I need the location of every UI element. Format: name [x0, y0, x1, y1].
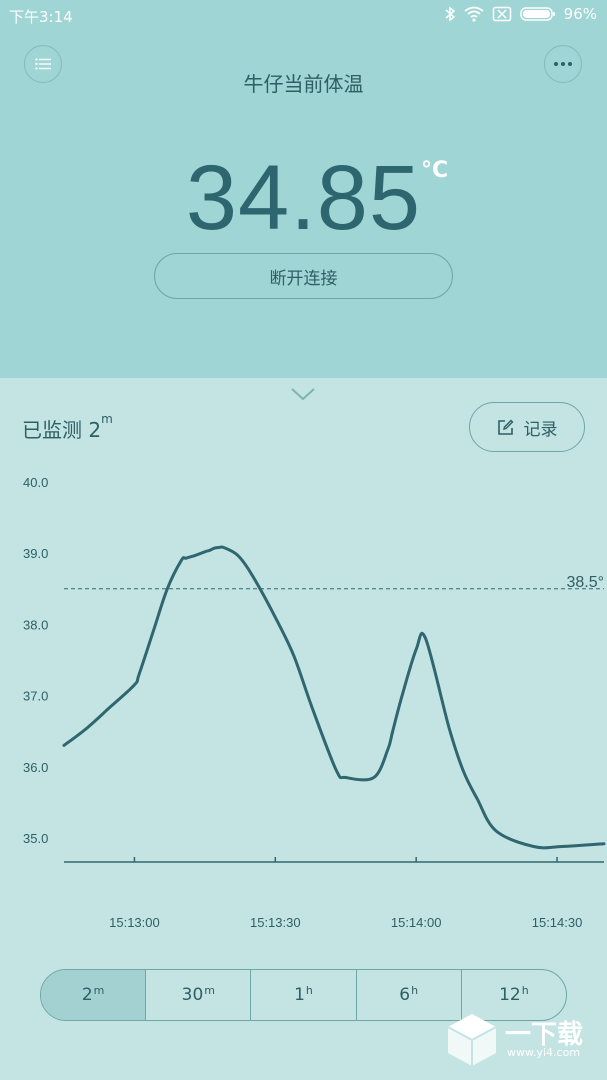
record-label: 记录 [523, 419, 558, 440]
watermark-url: www.yi4.com [507, 1046, 581, 1059]
battery-percent: 96% [563, 5, 597, 23]
threshold-label: 38.5° [566, 574, 604, 591]
chevron-down-icon[interactable] [290, 386, 316, 402]
x-tick-label: 15:14:00 [391, 915, 442, 930]
range-unit: m [204, 983, 215, 997]
range-unit: h [411, 983, 419, 997]
temperature-unit: °C [421, 158, 449, 183]
x-tick-label: 15:13:30 [250, 915, 301, 930]
y-tick-label: 36.0 [23, 760, 48, 775]
range-value: 30 [181, 985, 204, 1005]
sim-disabled-icon [492, 6, 511, 22]
x-tick-label: 15:14:30 [532, 915, 583, 930]
temperature-value: 34.85 [185, 147, 422, 249]
monitored-label: 已监测 2 [22, 418, 102, 442]
y-tick-label: 40.0 [23, 475, 48, 490]
range-value: 6 [399, 985, 411, 1005]
range-option-30m[interactable]: 30 m [146, 970, 252, 1020]
status-bar: 下午3:14 96% [0, 0, 607, 32]
status-icons: 96% [444, 5, 597, 23]
page-title: 牛仔当前体温 [243, 72, 364, 96]
x-tick-label: 15:13:00 [109, 915, 160, 930]
monitored-duration: 已监测 2m [22, 412, 113, 443]
range-option-2m[interactable]: 2m [41, 970, 147, 1020]
edit-icon [497, 419, 513, 435]
watermark-logo-icon [447, 1014, 497, 1066]
range-value: 1 [294, 985, 305, 1005]
disconnect-button[interactable]: 断开连接 [154, 253, 453, 299]
record-button[interactable]: 记录 [469, 402, 585, 452]
temperature-display: 34.85 °C [0, 148, 607, 248]
y-tick-label: 39.0 [23, 546, 48, 561]
y-tick-label: 38.0 [23, 617, 48, 632]
status-time: 下午3:14 [9, 8, 73, 26]
range-value: 2 [81, 985, 93, 1005]
bluetooth-icon [445, 6, 455, 22]
more-icon [554, 62, 572, 66]
temperature-series-line [62, 545, 606, 850]
range-option-1h[interactable]: 1h [251, 970, 357, 1020]
temperature-chart: 40.0 39.0 38.0 37.0 36.0 35.0 38.5° 15:13:00 15:… [23, 475, 606, 930]
y-tick-label: 35.0 [23, 831, 48, 846]
range-value: 12 [499, 985, 521, 1005]
monitored-unit: m [101, 412, 113, 426]
range-unit: h [305, 983, 313, 997]
wifi-icon [464, 6, 484, 22]
battery-icon [519, 7, 555, 21]
range-unit: h [521, 983, 529, 997]
y-tick-label: 37.0 [23, 689, 48, 704]
range-unit: m [93, 983, 105, 997]
